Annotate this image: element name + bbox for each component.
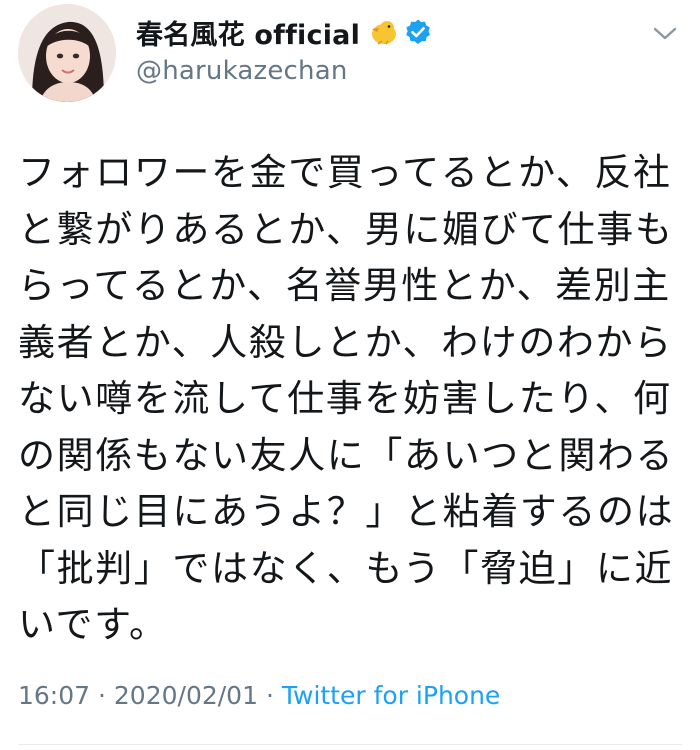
tweet-text-line: と繋がりあるとか、男に媚びて仕事も <box>18 207 674 251</box>
name-row: 春名風花 official <box>136 12 432 52</box>
tweet-text-line: いです。 <box>18 603 168 646</box>
tweet-metadata: 16:07 · 2020/02/01 · Twitter for iPhone <box>18 681 500 710</box>
tweet-text: フォロワーを金で買ってるとか、反社 と繋がりあるとか、男に媚びて仕事も らってる… <box>18 145 682 654</box>
avatar-image <box>18 4 116 102</box>
tweet-source-link[interactable]: Twitter for iPhone <box>282 681 500 710</box>
tweet-header: 春名風花 official @harukazechan <box>18 4 678 104</box>
tweet-text-line: 義者とか、人殺しとか、わけのわから <box>18 320 673 364</box>
tweet-text-line: の関係もない友人に「あいつと関わる <box>18 433 675 477</box>
tweet-time: 16:07 <box>18 681 91 710</box>
tweet: 春名風花 official @harukazechan フォロワーを金で買ってる… <box>0 0 700 750</box>
divider <box>18 744 682 745</box>
tweet-text-line: と同じ目にあうよ？」と粘着するのは <box>18 490 675 533</box>
user-handle[interactable]: @harukazechan <box>136 56 432 86</box>
tweet-text-line: 「批判」ではなく、もう「脅迫」に近 <box>18 546 674 590</box>
author-info: 春名風花 official @harukazechan <box>136 12 432 86</box>
meta-separator: · <box>265 681 274 710</box>
chevron-down-icon[interactable] <box>652 26 678 42</box>
tweet-text-line: らってるとか、名誉男性とか、差別主 <box>18 264 671 307</box>
display-name[interactable]: 春名風花 official <box>136 13 360 52</box>
verified-badge-icon <box>404 18 432 46</box>
chick-emoji-icon <box>368 17 398 47</box>
meta-separator: · <box>98 681 106 710</box>
tweet-text-line: ない噂を流して仕事を妨害したり、何 <box>18 377 672 420</box>
tweet-text-line: フォロワーを金で買ってるとか、反社 <box>18 151 672 194</box>
tweet-date: 2020/02/01 <box>113 681 258 710</box>
avatar[interactable] <box>18 4 116 102</box>
